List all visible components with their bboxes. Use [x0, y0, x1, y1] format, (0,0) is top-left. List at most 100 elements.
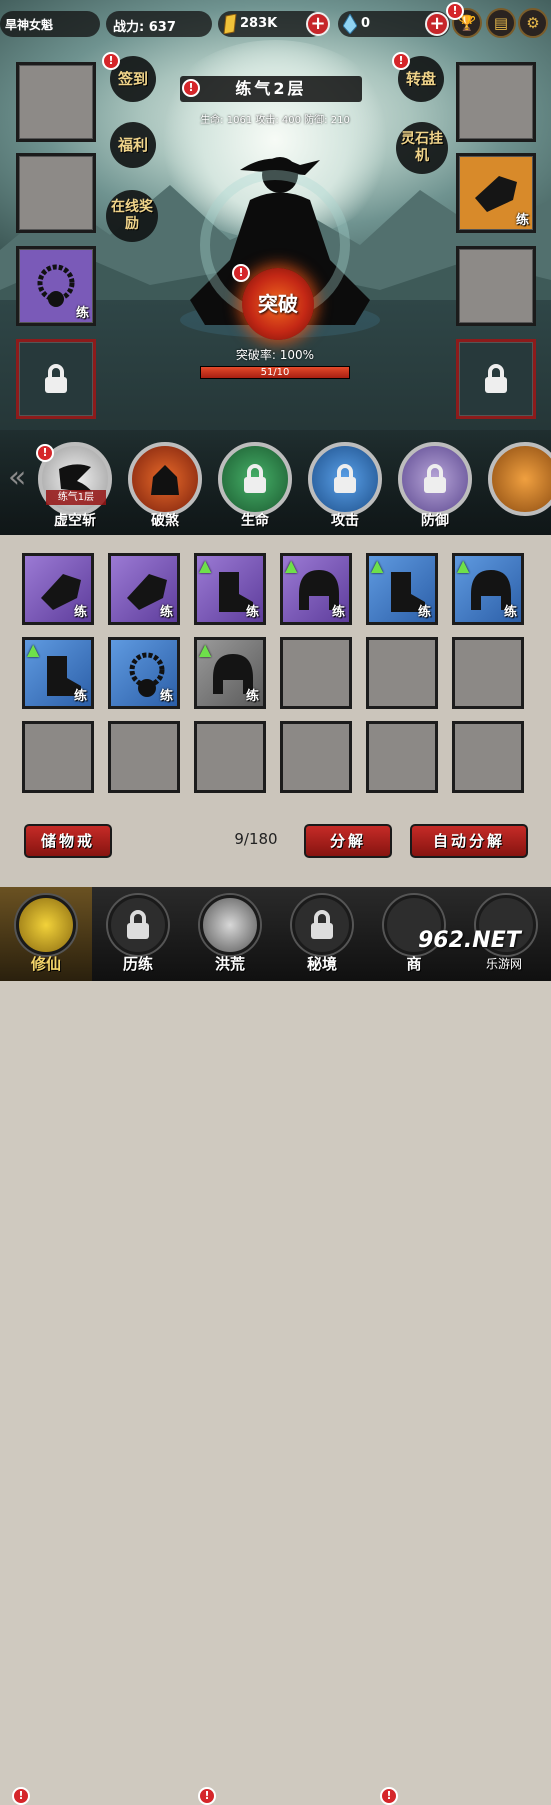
demon-icon [151, 465, 179, 495]
upgrade-arrow-icon: ▲ [371, 556, 384, 575]
skill-level-tag: 练气1层 [46, 490, 106, 505]
nav-alert-badge: ! [380, 1787, 398, 1805]
refine-tag: 练 [331, 605, 345, 620]
wheel-alert-badge: ! [392, 52, 410, 70]
inventory-item[interactable]: 练 [22, 553, 94, 625]
skill-label: 攻击 [331, 513, 359, 529]
lock-icon [45, 364, 67, 393]
empty-inventory-slot[interactable] [280, 721, 352, 793]
afk-button[interactable]: 灵石挂机 [396, 122, 448, 174]
lock-icon [424, 464, 446, 493]
scroll-left-arrow[interactable]: « [8, 460, 26, 495]
equip-slot-right-3[interactable] [456, 246, 536, 326]
empty-inventory-slot[interactable] [108, 721, 180, 793]
upgrade-arrow-icon: ▲ [285, 556, 298, 575]
realm-title: 练气2层 [180, 76, 362, 102]
lock-icon [334, 464, 356, 493]
nav-cultivate[interactable]: 修仙 [0, 887, 92, 981]
auto-decompose-button[interactable]: 自动分解 [410, 824, 528, 858]
equip-slot-left-locked[interactable] [16, 339, 96, 419]
refine-tag: 练 [417, 605, 431, 620]
storage-ring-button[interactable]: 储物戒 [24, 824, 112, 858]
welfare-button[interactable]: 福利 [110, 122, 156, 168]
gem-icon [343, 14, 357, 34]
online-reward-button[interactable]: 在线奖励 [106, 190, 158, 242]
locked-nav-icon [292, 895, 352, 955]
add-gem-button[interactable]: + [425, 12, 449, 36]
skill-next-partial[interactable] [488, 442, 551, 516]
nav-secret-realm[interactable]: 秘境 [276, 887, 368, 981]
equip-slot-right-2[interactable]: 练 [456, 153, 536, 233]
equip-slot-left-3[interactable]: 练 [16, 246, 96, 326]
inventory-item[interactable]: ▲ 练 [22, 637, 94, 709]
inventory-item[interactable]: ▲ 练 [194, 553, 266, 625]
skill-break-evil[interactable] [128, 442, 202, 516]
empty-inventory-slot[interactable] [280, 637, 352, 709]
add-gold-button[interactable]: + [306, 12, 330, 36]
lock-icon [311, 910, 333, 939]
inventory-item[interactable]: ▲ 练 [366, 553, 438, 625]
skills-row: « » 练气1层 ! 虚空斩 破煞 生命 攻击 防御 [0, 430, 551, 535]
nav-wilderness[interactable]: 洪荒 [184, 887, 276, 981]
skill-label: 虚空斩 [54, 513, 96, 529]
nav-training[interactable]: 历练 [92, 887, 184, 981]
upgrade-arrow-icon: ▲ [199, 640, 212, 659]
decompose-button[interactable]: 分解 [304, 824, 392, 858]
refine-tag: 练 [159, 689, 173, 704]
empty-inventory-slot[interactable] [452, 637, 524, 709]
refine-tag: 练 [245, 689, 259, 704]
skill-defense[interactable] [398, 442, 472, 516]
nav-alert-badge: ! [198, 1787, 216, 1805]
power-value: 战力: 637 [113, 20, 176, 35]
inventory-capacity: 9/180 [234, 830, 278, 848]
equip-slot-right-1[interactable] [456, 62, 536, 142]
skill-label: 生命 [241, 513, 269, 529]
refine-tag: 练 [245, 605, 259, 620]
refine-tag: 练 [73, 689, 87, 704]
empty-inventory-slot[interactable] [194, 721, 266, 793]
top-bar: 旱神女魁 战力: 637 283K + 0 + 🏆 ! ▤ ⚙ [0, 0, 551, 46]
skill-label: 破煞 [151, 513, 179, 529]
bead-necklace-icon [37, 264, 75, 307]
inventory-item[interactable]: 练 [108, 637, 180, 709]
skill-life[interactable] [218, 442, 292, 516]
progress-text: 51/10 [260, 367, 290, 378]
realm-stats: 生命: 1061 攻击: 400 防御: 210 [200, 115, 350, 126]
empty-inventory-slot[interactable] [366, 637, 438, 709]
realm-alert-badge: ! [182, 79, 200, 97]
empty-inventory-slot[interactable] [22, 721, 94, 793]
skill-label: 防御 [421, 513, 449, 529]
inventory-item[interactable]: ▲ 练 [452, 553, 524, 625]
breakthrough-rate: 突破率: 100% [235, 348, 315, 362]
equip-slot-left-1[interactable] [16, 62, 96, 142]
inventory-item[interactable]: ▲ 练 [194, 637, 266, 709]
nav-alert-badge: ! [12, 1787, 30, 1805]
upgrade-arrow-icon: ▲ [457, 556, 470, 575]
watermark-logo: 962.NET [418, 928, 521, 953]
skill-alert-badge: ! [36, 444, 54, 462]
trophy-alert-badge: ! [446, 2, 464, 20]
refine-tag: 练 [73, 605, 87, 620]
lock-icon [244, 464, 266, 493]
inventory-item[interactable]: ▲ 练 [280, 553, 352, 625]
equip-slot-left-2[interactable] [16, 153, 96, 233]
gold-icon [223, 14, 237, 34]
settings-button[interactable]: ⚙ [518, 8, 548, 38]
refine-tag: 练 [503, 605, 517, 620]
inventory-item[interactable]: 练 [108, 553, 180, 625]
gem-amount: 0 [361, 16, 371, 31]
book-icon: ▤ [493, 14, 509, 32]
demon-mask-icon [200, 895, 260, 955]
skill-attack[interactable] [308, 442, 382, 516]
breakthrough-button[interactable]: 突破 [242, 268, 314, 340]
gold-amount: 283K [240, 16, 278, 31]
codex-button[interactable]: ▤ [486, 8, 516, 38]
locked-nav-icon [108, 895, 168, 955]
equip-slot-right-locked[interactable] [456, 339, 536, 419]
lock-icon [127, 910, 149, 939]
lock-icon [485, 364, 507, 393]
watermark-sub: 乐游网 [486, 957, 523, 971]
empty-inventory-slot[interactable] [366, 721, 438, 793]
gauntlet-icon [475, 176, 517, 212]
empty-inventory-slot[interactable] [452, 721, 524, 793]
